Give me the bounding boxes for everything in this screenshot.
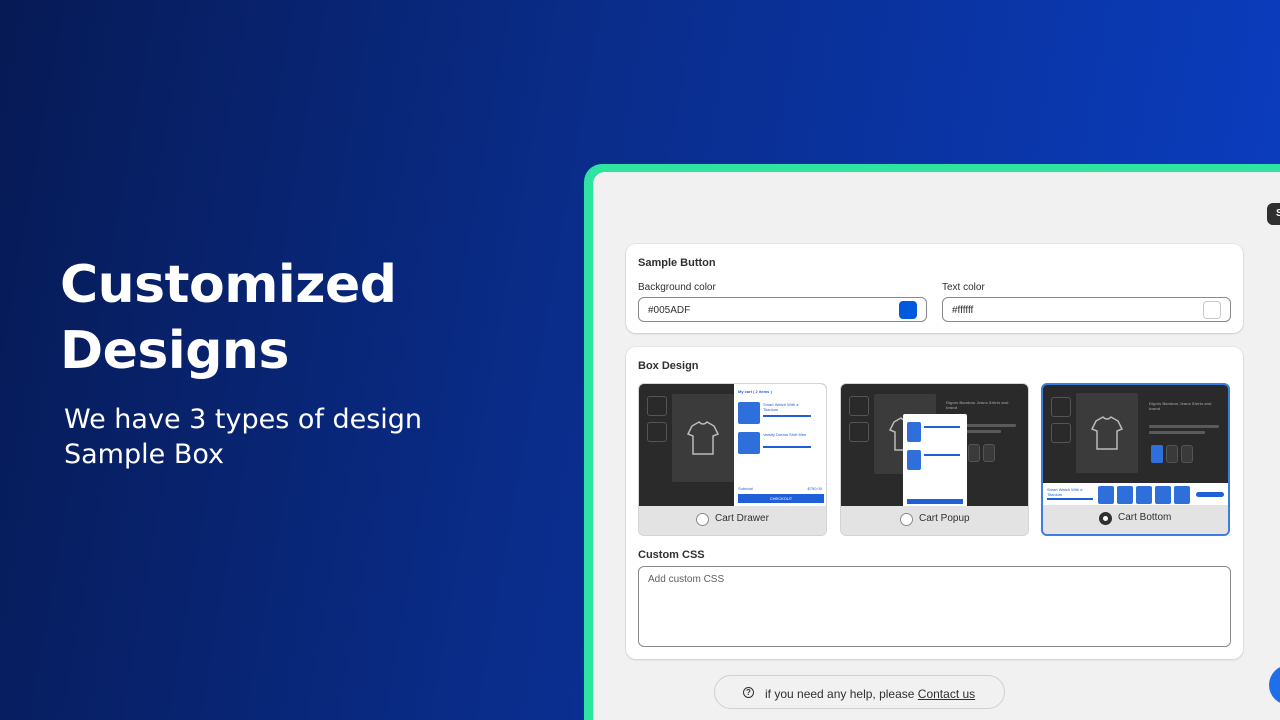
subtotal-label: Subtotal xyxy=(738,486,753,491)
box-design-title: Box Design xyxy=(638,360,699,372)
cart-popup-label: Cart Popup xyxy=(919,513,970,524)
help-banner: ? if you need any help, please Contact u… xyxy=(714,675,1005,709)
popup-item-bar xyxy=(924,426,960,428)
design-option-cart-popup[interactable]: Dignis Bamboo Jeans Shirts and brand Car… xyxy=(840,383,1029,536)
bottom-item-bar xyxy=(1047,498,1093,500)
text-color-label: Text color xyxy=(942,282,985,293)
cart-bottom-bar: Smart Watch With a Titanium xyxy=(1043,483,1228,507)
bottom-thumb xyxy=(1155,486,1171,504)
cart-popup-preview: Dignis Bamboo Jeans Shirts and brand xyxy=(841,384,1028,507)
box-design-card: Box Design My cart ( 2 items ) Smart Wat… xyxy=(626,347,1243,659)
variant-thumb xyxy=(1181,445,1193,463)
cart-item-1-bar xyxy=(763,415,811,417)
bottom-item-title: Smart Watch With a Titanium xyxy=(1047,487,1083,497)
sample-button-title: Sample Button xyxy=(638,257,716,269)
text-color-swatch[interactable] xyxy=(1203,301,1221,319)
watch-item-image xyxy=(738,402,760,424)
cart-drawer-label: Cart Drawer xyxy=(715,513,769,524)
background-color-field[interactable]: #005ADF xyxy=(638,297,927,322)
glasses-thumb xyxy=(849,422,869,442)
custom-css-placeholder: Add custom CSS xyxy=(648,574,725,585)
subtotal-value: $750.00 xyxy=(807,486,822,491)
product-image xyxy=(672,394,734,482)
product-title: Dignis Bamboo Jeans Shirts and brand xyxy=(946,400,1009,410)
settings-panel: Save Sample Button Background color #005… xyxy=(593,172,1280,720)
cart-drawer-radio[interactable] xyxy=(696,513,709,526)
text-color-value: #ffffff xyxy=(952,305,974,316)
design-option-cart-bottom[interactable]: Dignis Bamboo Jeans Shirts and brand Sma… xyxy=(1041,383,1230,536)
save-button[interactable]: Save xyxy=(1267,203,1280,225)
product-title: Dignis Bamboo Jeans Shirts and brand xyxy=(1149,401,1212,411)
headphones-thumb xyxy=(849,396,869,416)
bottom-thumb xyxy=(1098,486,1114,504)
shirt-item-image xyxy=(738,432,760,454)
desc-line xyxy=(1149,431,1205,434)
cart-item-2-bar xyxy=(763,446,811,448)
bottom-add-button xyxy=(1196,492,1224,497)
cart-bottom-footer: Cart Bottom xyxy=(1043,505,1228,534)
desc-line xyxy=(1149,425,1219,428)
bottom-thumb xyxy=(1136,486,1152,504)
cart-item-2-title: Varsity Dream Shirt Men xyxy=(763,432,807,437)
cart-item-1-title: Smart Watch With a Titanium xyxy=(763,402,799,412)
background-color-value: #005ADF xyxy=(648,305,691,316)
cart-bottom-radio[interactable] xyxy=(1099,512,1112,525)
design-option-cart-drawer[interactable]: My cart ( 2 items ) Smart Watch With a T… xyxy=(638,383,827,536)
popup-item-bar xyxy=(924,454,960,456)
cart-bottom-label: Cart Bottom xyxy=(1118,512,1172,523)
hero-subtitle: We have 3 types of design Sample Box xyxy=(64,404,423,470)
product-image xyxy=(1076,393,1138,473)
variant-thumb xyxy=(983,444,995,462)
custom-css-textarea[interactable]: Add custom CSS xyxy=(638,566,1231,647)
variant-thumb xyxy=(1166,445,1178,463)
background-color-swatch[interactable] xyxy=(899,301,917,319)
help-text: if you need any help, please xyxy=(765,687,915,701)
headphones-thumb xyxy=(1051,397,1071,417)
question-icon: ? xyxy=(743,687,754,698)
background-color-label: Background color xyxy=(638,282,716,293)
popup-item-image xyxy=(907,422,921,442)
popup-checkout-button xyxy=(907,499,963,504)
variant-thumb xyxy=(1151,445,1163,463)
bottom-thumb xyxy=(1174,486,1190,504)
bottom-thumb xyxy=(1117,486,1133,504)
tshirt-icon xyxy=(1090,416,1124,450)
chat-bubble-icon[interactable]: ✉ xyxy=(1269,665,1280,705)
contact-us-link[interactable]: Contact us xyxy=(918,687,975,701)
hero-title: Customized Designs xyxy=(60,255,397,381)
tshirt-icon xyxy=(686,421,720,455)
cart-header: My cart ( 2 items ) xyxy=(738,389,772,394)
popup-item-image xyxy=(907,450,921,470)
glasses-thumb xyxy=(647,422,667,442)
text-color-field[interactable]: #ffffff xyxy=(942,297,1231,322)
cart-bottom-preview: Dignis Bamboo Jeans Shirts and brand Sma… xyxy=(1043,385,1228,507)
cart-drawer-footer: Cart Drawer xyxy=(639,506,826,535)
glasses-thumb xyxy=(1051,423,1071,443)
custom-css-title: Custom CSS xyxy=(638,549,705,561)
variant-thumb xyxy=(968,444,980,462)
cart-popup-dialog xyxy=(903,414,967,507)
cart-drawer-panel: My cart ( 2 items ) Smart Watch With a T… xyxy=(734,384,826,507)
sample-button-card: Sample Button Background color #005ADF T… xyxy=(626,244,1243,333)
headphones-thumb xyxy=(647,396,667,416)
checkout-button: CHECKOUT xyxy=(738,494,824,503)
cart-popup-radio[interactable] xyxy=(900,513,913,526)
cart-drawer-preview: My cart ( 2 items ) Smart Watch With a T… xyxy=(639,384,826,507)
cart-popup-footer: Cart Popup xyxy=(841,506,1028,535)
